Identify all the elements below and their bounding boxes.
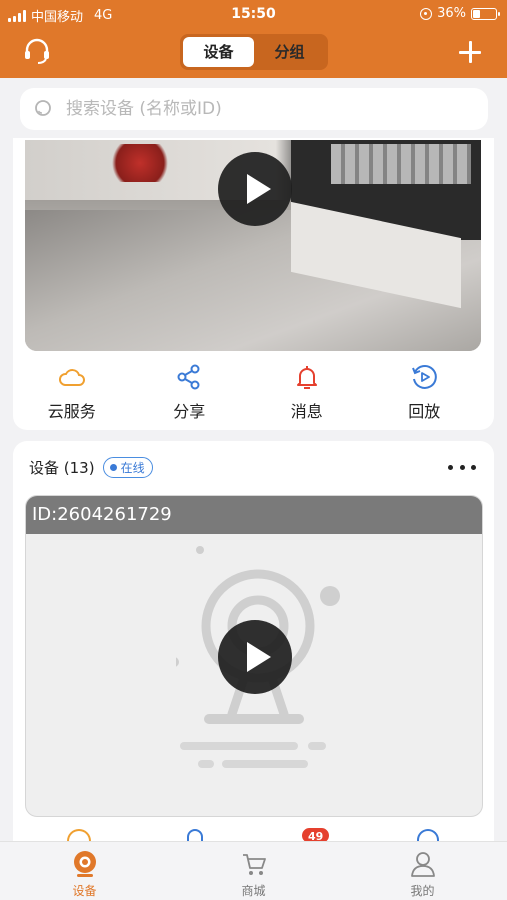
headset-icon[interactable]: [22, 36, 52, 66]
app-header: 中国移动 4G 15:50 36% 设备 分组: [0, 0, 507, 78]
rotation-lock-icon: [420, 7, 433, 20]
online-dot-icon: [109, 464, 117, 471]
tab-bar-mall-label: 商城: [241, 884, 266, 898]
search-icon: [35, 100, 51, 116]
battery-icon: [471, 7, 500, 20]
tab-bar-profile[interactable]: 我的: [338, 842, 507, 900]
status-badge-label: 在线: [120, 461, 145, 475]
replay-icon: [412, 365, 438, 389]
action-share[interactable]: 分享: [131, 362, 249, 422]
share-icon: [177, 364, 200, 390]
tab-bar-mall[interactable]: 商城: [169, 842, 338, 900]
device-preview[interactable]: ID:2604261729: [25, 495, 483, 817]
header-segmented-control: 设备 分组: [180, 34, 328, 70]
action-messages[interactable]: 消息: [248, 362, 366, 422]
status-badge: 在线: [102, 457, 153, 478]
status-right: 36%: [420, 6, 500, 21]
battery-label: 36%: [437, 6, 466, 21]
tab-devices[interactable]: 设备: [183, 37, 254, 67]
action-playback-label: 回放: [408, 402, 441, 421]
devices-title: 设备 (13): [29, 459, 95, 477]
featured-device-card: 云服务 分享 消息 回放: [13, 138, 494, 430]
preview-shelf: [331, 144, 471, 184]
camera-preview[interactable]: [25, 140, 481, 351]
bell-icon: [296, 366, 317, 389]
cart-icon: [242, 854, 266, 875]
plus-icon[interactable]: [456, 38, 484, 66]
tab-bar-devices[interactable]: 设备: [0, 842, 169, 900]
device-action-row-peek: [13, 829, 494, 841]
device-action-row: 云服务 分享 消息 回放: [13, 362, 494, 422]
tab-groups[interactable]: 分组: [254, 37, 325, 67]
action-cloud-service[interactable]: 云服务: [13, 362, 131, 422]
more-options-icon[interactable]: [448, 457, 476, 477]
share-icon: [187, 829, 203, 841]
cloud-icon: [67, 829, 91, 841]
search-bar[interactable]: [20, 88, 488, 130]
preview-red-object: [105, 144, 175, 182]
device-id-label: ID:2604261729: [26, 496, 482, 534]
action-cloud-label: 云服务: [47, 402, 96, 421]
devices-header: 设备 (13) 在线: [29, 457, 153, 478]
devices-card: 设备 (13) 在线 ID:2604261729: [13, 441, 494, 841]
cloud-icon: [58, 369, 85, 386]
tab-bar-devices-label: 设备: [72, 884, 97, 898]
search-input[interactable]: [66, 99, 446, 119]
camera-icon: [73, 851, 96, 877]
action-playback[interactable]: 回放: [366, 362, 484, 422]
bottom-tab-bar: 设备 商城 我的: [0, 841, 507, 900]
action-share-label: 分享: [173, 402, 206, 421]
user-icon: [410, 852, 435, 877]
action-messages-label: 消息: [290, 402, 323, 421]
status-bar: 中国移动 4G 15:50 36%: [0, 0, 507, 28]
replay-icon: [417, 829, 439, 841]
play-button[interactable]: [218, 620, 292, 694]
play-button[interactable]: [218, 152, 292, 226]
tab-bar-profile-label: 我的: [410, 884, 435, 898]
